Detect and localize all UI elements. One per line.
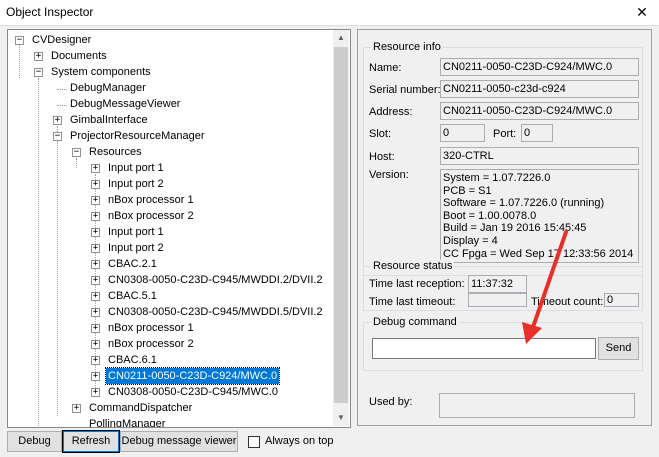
always-on-top-checkbox[interactable] <box>248 436 260 448</box>
debug-message-viewer-button[interactable]: Debug message viewer <box>120 431 238 452</box>
annotation-arrow <box>522 230 568 344</box>
refresh-button[interactable]: Refresh <box>62 430 120 453</box>
arrow-shaft <box>530 230 568 332</box>
arrow-head <box>522 322 542 344</box>
always-on-top-label[interactable]: Always on top <box>265 435 333 447</box>
debug-button[interactable]: Debug <box>7 431 62 452</box>
bottom-toolbar: Debug Refresh Debug message viewer Alway… <box>0 427 659 457</box>
